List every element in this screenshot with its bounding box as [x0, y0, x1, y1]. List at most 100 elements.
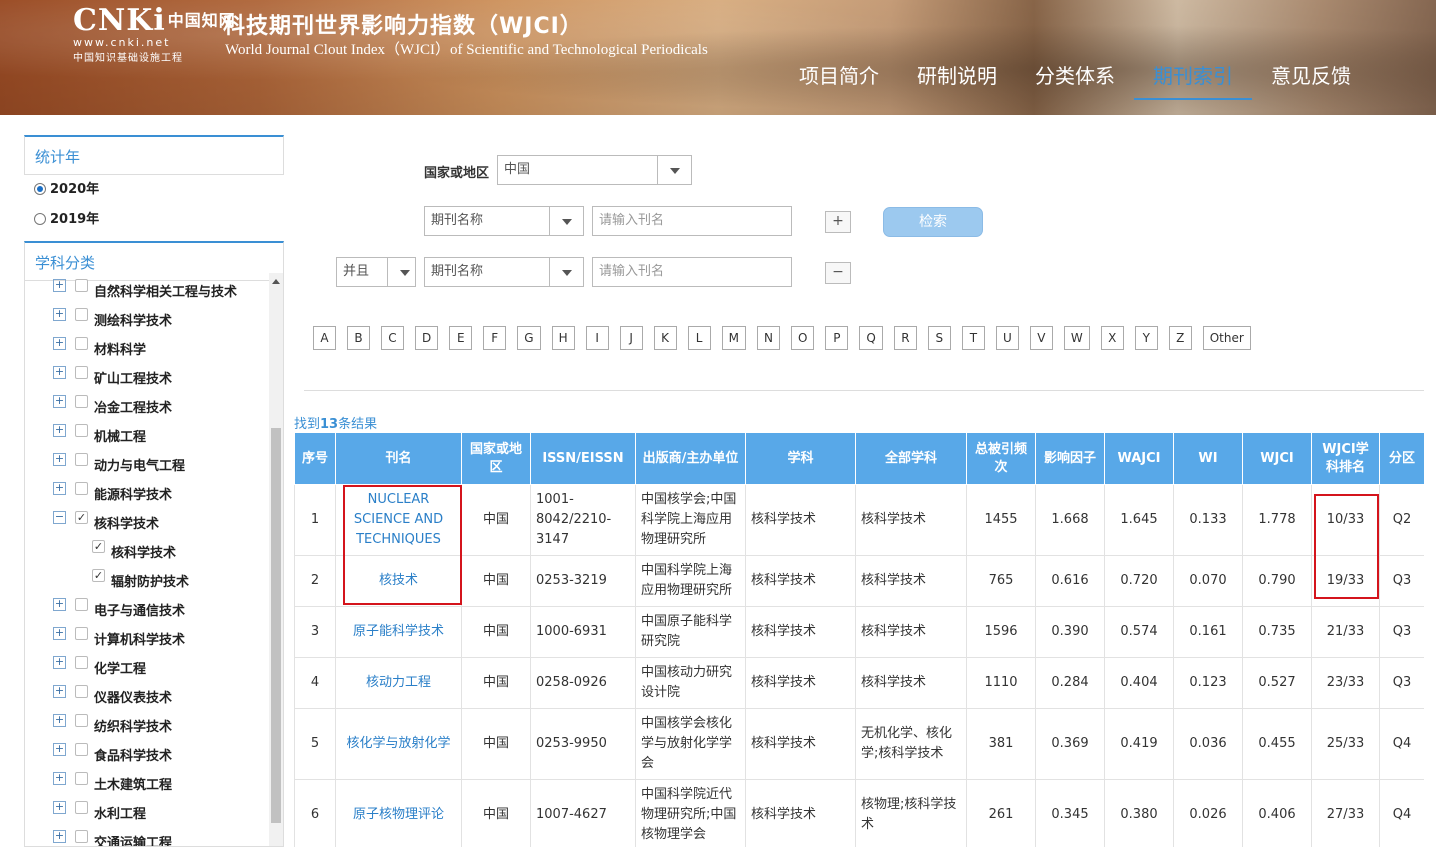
- tree-scrollbar[interactable]: [269, 273, 283, 846]
- expand-icon[interactable]: +: [53, 685, 66, 698]
- checkbox[interactable]: [75, 337, 88, 350]
- checkbox[interactable]: [75, 482, 88, 495]
- expand-icon[interactable]: +: [53, 453, 66, 466]
- letter-filter-g[interactable]: G: [517, 326, 541, 350]
- search-button[interactable]: 检索: [883, 207, 983, 237]
- logic-select[interactable]: 并且: [336, 257, 416, 287]
- column-header[interactable]: WI: [1173, 432, 1243, 485]
- column-header[interactable]: WJCI学科排名: [1311, 432, 1380, 485]
- subject-tree-item[interactable]: + 测绘科学技术: [25, 304, 283, 333]
- checkbox[interactable]: [75, 598, 88, 611]
- chevron-down-icon[interactable]: [549, 258, 583, 286]
- column-header[interactable]: 全部学科: [855, 432, 967, 485]
- letter-filter-o[interactable]: O: [790, 326, 815, 350]
- letter-filter-u[interactable]: U: [995, 326, 1019, 350]
- subject-tree-item[interactable]: + 食品科学技术: [25, 739, 283, 768]
- column-header[interactable]: 出版商/主办单位: [635, 432, 746, 485]
- column-header[interactable]: 序号: [294, 432, 336, 485]
- year-option-2020[interactable]: 2020年: [24, 175, 284, 205]
- year-option-2019[interactable]: 2019年: [24, 205, 284, 235]
- subject-tree-item[interactable]: + 仪器仪表技术: [25, 681, 283, 710]
- letter-filter-other[interactable]: Other: [1202, 326, 1251, 350]
- letter-filter-i[interactable]: I: [585, 326, 609, 350]
- expand-icon[interactable]: +: [53, 424, 66, 437]
- column-header[interactable]: WJCI: [1242, 432, 1312, 485]
- column-header[interactable]: 国家或地区: [461, 432, 531, 485]
- letter-filter-c[interactable]: C: [381, 326, 404, 350]
- letter-filter-z[interactable]: Z: [1168, 326, 1192, 350]
- cnki-logo[interactable]: CNKi 中国知网 www.cnki.net 中国知识基础设施工程: [73, 6, 236, 65]
- subject-tree-item[interactable]: + 交通运输工程: [25, 826, 283, 846]
- expand-icon[interactable]: +: [53, 656, 66, 669]
- checkbox[interactable]: [75, 366, 88, 379]
- add-condition-button[interactable]: +: [825, 211, 851, 233]
- subject-tree-item[interactable]: + 电子与通信技术: [25, 594, 283, 623]
- expand-icon[interactable]: +: [53, 366, 66, 379]
- subject-tree-item[interactable]: + 计算机科学技术: [25, 623, 283, 652]
- letter-filter-p[interactable]: P: [825, 326, 849, 350]
- nav-item-feedback[interactable]: 意见反馈: [1252, 62, 1370, 100]
- subject-tree-item[interactable]: + 动力与电气工程: [25, 449, 283, 478]
- column-header[interactable]: 分区: [1379, 432, 1424, 485]
- expand-icon[interactable]: +: [53, 772, 66, 785]
- checkbox[interactable]: ✓: [92, 540, 105, 553]
- column-header[interactable]: 总被引频次: [966, 432, 1036, 485]
- letter-filter-y[interactable]: Y: [1134, 326, 1158, 350]
- letter-filter-f[interactable]: F: [483, 326, 507, 350]
- letter-filter-w[interactable]: W: [1063, 326, 1090, 350]
- checkbox[interactable]: [75, 685, 88, 698]
- journal-title-link[interactable]: 核动力工程: [335, 657, 462, 709]
- radio-icon[interactable]: [34, 213, 46, 225]
- expand-icon[interactable]: +: [53, 830, 66, 843]
- expand-icon[interactable]: +: [53, 308, 66, 321]
- nav-item-journal-index[interactable]: 期刊索引: [1134, 62, 1252, 100]
- subject-tree-item[interactable]: + 水利工程: [25, 797, 283, 826]
- subject-tree-item[interactable]: + 化学工程: [25, 652, 283, 681]
- subject-tree-item[interactable]: ✓ 辐射防护技术: [25, 565, 283, 594]
- letter-filter-d[interactable]: D: [415, 326, 439, 350]
- chevron-down-icon[interactable]: [657, 156, 691, 184]
- checkbox[interactable]: [75, 308, 88, 321]
- subject-tree-item[interactable]: + 机械工程: [25, 420, 283, 449]
- expand-icon[interactable]: +: [53, 627, 66, 640]
- subject-tree-item[interactable]: + 冶金工程技术: [25, 391, 283, 420]
- subject-tree-item[interactable]: − ✓ 核科学技术: [25, 507, 283, 536]
- journal-title-link[interactable]: 原子核物理评论: [335, 779, 462, 847]
- letter-filter-a[interactable]: A: [313, 326, 336, 350]
- letter-filter-t[interactable]: T: [961, 326, 985, 350]
- subject-tree-item[interactable]: ✓ 核科学技术: [25, 536, 283, 565]
- expand-icon[interactable]: +: [53, 598, 66, 611]
- country-select[interactable]: 中国: [497, 155, 692, 185]
- field-select-2[interactable]: 期刊名称: [424, 257, 584, 287]
- field-select-1[interactable]: 期刊名称: [424, 206, 584, 236]
- subject-tree-item[interactable]: + 土木建筑工程: [25, 768, 283, 797]
- nav-item-classification[interactable]: 分类体系: [1016, 62, 1134, 100]
- letter-filter-s[interactable]: S: [927, 326, 951, 350]
- expand-icon[interactable]: +: [53, 337, 66, 350]
- letter-filter-x[interactable]: X: [1100, 326, 1124, 350]
- subject-tree-item[interactable]: + 自然科学相关工程与技术: [25, 275, 283, 304]
- letter-filter-h[interactable]: H: [551, 326, 575, 350]
- column-header[interactable]: 学科: [745, 432, 856, 485]
- letter-filter-j[interactable]: J: [619, 326, 643, 350]
- checkbox[interactable]: [75, 743, 88, 756]
- collapse-icon[interactable]: −: [53, 511, 66, 524]
- checkbox[interactable]: [75, 627, 88, 640]
- checkbox[interactable]: ✓: [75, 511, 88, 524]
- column-header[interactable]: 影响因子: [1035, 432, 1105, 485]
- chevron-down-icon[interactable]: [549, 207, 583, 235]
- scroll-thumb[interactable]: [271, 428, 281, 823]
- journal-title-link[interactable]: 原子能科学技术: [335, 606, 462, 658]
- checkbox[interactable]: [75, 279, 88, 292]
- nav-item-intro[interactable]: 项目简介: [780, 62, 898, 100]
- radio-selected-icon[interactable]: [34, 183, 46, 195]
- journal-title-link[interactable]: 核化学与放射化学: [335, 708, 462, 780]
- checkbox[interactable]: [75, 714, 88, 727]
- subject-tree-item[interactable]: + 能源科学技术: [25, 478, 283, 507]
- expand-icon[interactable]: +: [53, 395, 66, 408]
- chevron-down-icon[interactable]: [387, 258, 415, 286]
- letter-filter-e[interactable]: E: [449, 326, 473, 350]
- checkbox[interactable]: [75, 424, 88, 437]
- checkbox[interactable]: [75, 656, 88, 669]
- subject-tree-item[interactable]: + 矿山工程技术: [25, 362, 283, 391]
